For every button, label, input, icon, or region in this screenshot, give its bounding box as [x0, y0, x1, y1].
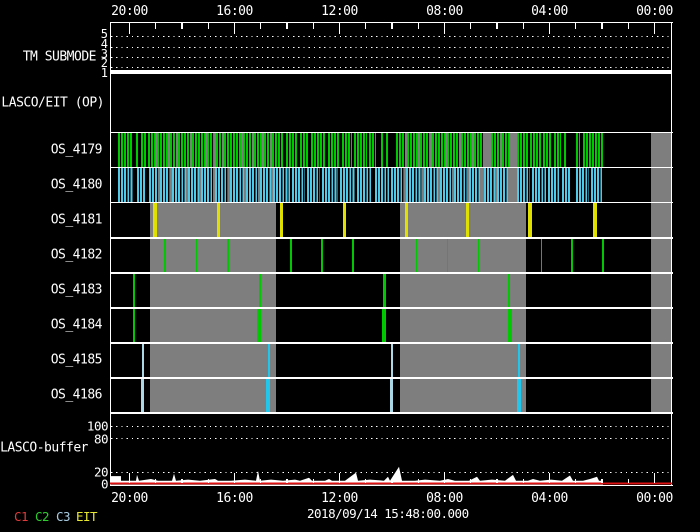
bottom-major-tick — [653, 472, 656, 483]
bottom-major-tick — [128, 472, 131, 483]
bottom-axis-label: 04:00 — [531, 491, 568, 506]
bottom-major-tick — [443, 472, 446, 483]
bottom-minor-tick — [522, 478, 524, 483]
bottom-minor-tick — [181, 478, 183, 483]
bottom-axis-label: 00:00 — [636, 491, 673, 506]
bottom-axis-label: 12:00 — [321, 491, 358, 506]
bottom-minor-tick — [286, 478, 288, 483]
bottom-minor-tick — [391, 478, 393, 483]
timeline-chart: TM SUBMODE LASCO/EIT (OP) OS_4179 OS_418… — [0, 0, 700, 532]
buffer-usage-plot — [110, 466, 673, 485]
legend-c3: C3 — [56, 509, 71, 524]
bottom-axis-label: 08:00 — [426, 491, 463, 506]
bottom-axis-line — [109, 485, 674, 487]
bottom-major-tick — [548, 472, 551, 483]
bottom-minor-tick — [417, 478, 419, 483]
bottom-minor-tick — [312, 478, 314, 483]
bottom-minor-tick — [601, 478, 603, 483]
bottom-major-tick — [233, 472, 236, 483]
bottom-minor-tick — [260, 478, 262, 483]
bottom-minor-tick — [365, 478, 367, 483]
legend-eit: EIT — [76, 509, 98, 524]
bottom-axis-label: 16:00 — [216, 491, 253, 506]
bottom-minor-tick — [496, 478, 498, 483]
legend-c2: C2 — [35, 509, 50, 524]
buffer-usage-area — [110, 466, 603, 485]
bottom-major-tick — [338, 472, 341, 483]
legend-c1: C1 — [14, 509, 29, 524]
bottom-minor-tick — [155, 478, 157, 483]
bottom-axis-label: 20:00 — [111, 491, 148, 506]
bottom-minor-tick — [470, 478, 472, 483]
bottom-minor-tick — [575, 478, 577, 483]
bottom-minor-tick — [627, 478, 629, 483]
bottom-minor-tick — [207, 478, 209, 483]
